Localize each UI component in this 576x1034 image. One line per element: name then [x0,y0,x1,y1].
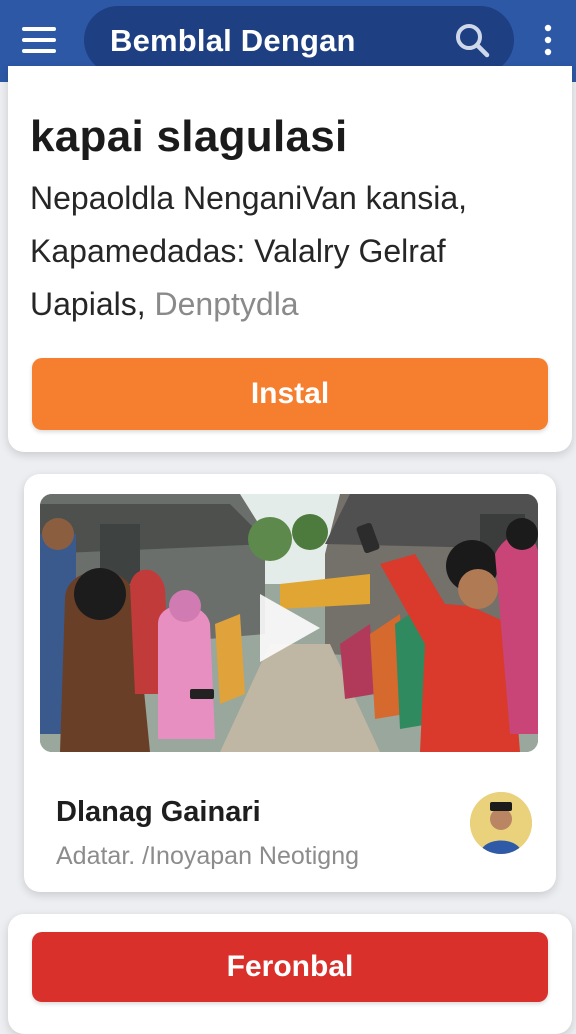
play-icon[interactable] [248,588,328,668]
video-subtitle: Adatar. /Inoyapan Neotigng [56,842,360,870]
description-line-1: Nepaoldla NenganiVan kansia, [30,180,468,216]
install-button[interactable]: Instal [32,358,548,430]
more-vertical-icon[interactable] [538,22,558,58]
search-bar[interactable]: Bemblal Dengan [84,6,514,74]
primary-action-button[interactable]: Feronbal [32,932,548,1002]
app-description: Nepaoldla NenganiVan kansia, Kapamedadas… [30,172,550,331]
user-avatar[interactable] [470,792,532,854]
description-line-2: Kapamedadas: Valalry Gelraf [30,233,446,269]
description-line-3: Uapials, [30,286,146,322]
hamburger-menu-icon [22,27,56,31]
video-title: Dlanag Gainari [56,796,261,828]
video-thumbnail[interactable] [40,494,538,752]
search-icon[interactable] [452,20,492,60]
app-title-heading: kapai slagulasi [30,112,348,161]
menu-button[interactable] [22,22,62,58]
action-card: Feronbal [8,914,572,1034]
description-muted: Denptydla [154,286,299,322]
video-card: Dlanag Gainari Adatar. /Inoyapan Neotign… [24,474,556,892]
avatar-image [470,792,532,854]
